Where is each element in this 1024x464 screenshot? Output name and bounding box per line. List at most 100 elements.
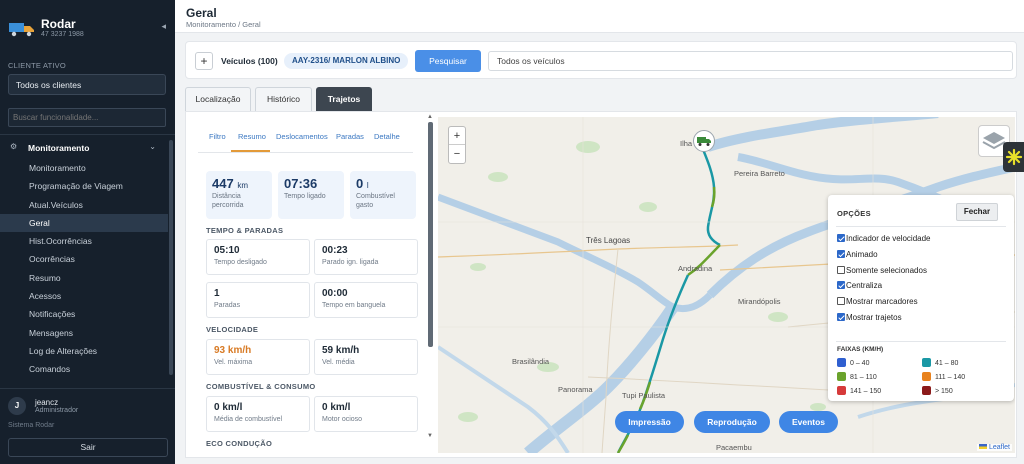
option-show-routes[interactable]: Mostrar trajetos — [837, 313, 902, 322]
band-swatch — [922, 386, 931, 395]
speed-band: 111 – 140 — [922, 372, 965, 381]
summary-scrollbar[interactable] — [428, 122, 433, 347]
scroll-up-icon[interactable]: ▲ — [427, 114, 433, 120]
scroll-down-icon[interactable]: ▼ — [427, 433, 433, 439]
band-swatch — [922, 358, 931, 367]
tab-localizacao[interactable]: Localização — [185, 87, 251, 111]
truck-icon — [697, 137, 711, 146]
checkbox[interactable] — [837, 266, 845, 274]
tab-historico[interactable]: Histórico — [255, 87, 312, 111]
stat-value: 1 — [214, 288, 220, 299]
option-animated[interactable]: Animado — [837, 250, 878, 259]
option-label: Mostrar trajetos — [846, 313, 902, 322]
sidebar-item-programacao-viagem[interactable]: Programação de Viagem — [0, 177, 168, 195]
stat-label: Paradas — [214, 302, 241, 309]
subtab-deslocamentos[interactable]: Deslocamentos — [276, 132, 328, 141]
trajetos-panel: Filtro Resumo Deslocamentos Paradas Deta… — [185, 111, 1017, 458]
route-segment-teal — [698, 141, 721, 247]
place-label: Mirandópolis — [738, 297, 781, 306]
map-attribution[interactable]: Leaflet — [976, 444, 1012, 451]
stat-value: 0 km/l — [214, 402, 243, 413]
option-selected-only[interactable]: Somente selecionados — [837, 266, 927, 275]
function-search-input[interactable] — [8, 108, 166, 127]
zoom-in-button[interactable]: + — [449, 127, 465, 145]
option-speed-indicator[interactable]: Indicador de velocidade — [837, 234, 931, 243]
checkbox[interactable] — [837, 234, 845, 242]
active-client-label: CLIENTE ATIVO — [8, 61, 66, 70]
kpi-distance-unit: km — [237, 181, 248, 190]
menu-group-label: Monitoramento — [28, 143, 90, 153]
add-vehicle-button[interactable]: + — [195, 52, 213, 70]
kpi-time-on-value: 07:36 — [284, 176, 318, 191]
search-button[interactable]: Pesquisar — [415, 50, 481, 72]
place-label: Panorama — [558, 385, 593, 394]
brand-phone: 47 3237 1988 — [41, 31, 84, 38]
options-panel: OPÇÕES Fechar Indicador de velocidade An… — [828, 195, 1014, 401]
stat-card: 05:10 Tempo desligado — [206, 239, 310, 275]
sidebar-scrollbar[interactable] — [169, 140, 173, 375]
option-label: Centraliza — [846, 281, 883, 290]
print-button[interactable]: Impressão — [615, 411, 684, 433]
route-map[interactable]: + − Ilha Três Lagoas Pereira Barreto And… — [438, 117, 1015, 453]
vehicle-marker-icon[interactable] — [693, 130, 715, 152]
speed-bands-title: FAIXAS (KM/H) — [837, 346, 884, 353]
checkbox[interactable] — [837, 281, 845, 289]
band-label: 81 – 110 — [850, 374, 877, 381]
truck-logo-icon — [9, 23, 34, 37]
reservoir — [706, 117, 939, 152]
place-label: Tupi Paulista — [622, 391, 666, 400]
option-label: Animado — [846, 250, 878, 259]
subtab-resumo[interactable]: Resumo — [238, 132, 266, 141]
section-title-fuel: COMBUSTÍVEL & CONSUMO — [206, 382, 316, 391]
checkbox[interactable] — [837, 297, 845, 305]
side-widget-button[interactable] — [1003, 142, 1024, 172]
attribution-link[interactable]: Leaflet — [989, 444, 1010, 451]
sidebar-item-log-alteracoes[interactable]: Log de Alterações — [0, 342, 168, 360]
stat-label: Tempo em banguela — [322, 302, 386, 309]
events-button[interactable]: Eventos — [779, 411, 838, 433]
sidebar-item-notificacoes[interactable]: Notificações — [0, 305, 168, 323]
zoom-out-button[interactable]: − — [449, 145, 465, 163]
kpi-fuel-unit: l — [366, 181, 369, 190]
sidebar-item-comandos[interactable]: Comandos — [0, 360, 168, 378]
speed-band: > 150 — [922, 386, 953, 395]
vehicles-count-label: Veículos (100) — [221, 56, 278, 66]
breadcrumb: Monitoramento / Geral — [186, 20, 261, 29]
sidebar-item-acessos[interactable]: Acessos — [0, 287, 168, 305]
stat-value-max-speed: 93 km/h — [214, 345, 252, 356]
logout-button[interactable]: Sair — [8, 438, 168, 457]
option-show-markers[interactable]: Mostrar marcadores — [837, 297, 918, 306]
option-center[interactable]: Centraliza — [837, 281, 882, 290]
speed-band: 81 – 110 — [837, 372, 877, 381]
band-swatch — [837, 372, 846, 381]
place-label: Três Lagoas — [586, 236, 631, 245]
user-role: Administrador — [35, 407, 79, 414]
sidebar-item-monitoramento[interactable]: Monitoramento — [0, 159, 168, 177]
checkbox[interactable] — [837, 250, 845, 258]
route-segment-green — [616, 434, 630, 453]
checkbox[interactable] — [837, 313, 845, 321]
kpi-time-on: 07:36 Tempo ligado — [278, 171, 344, 219]
sidebar-item-geral[interactable]: Geral — [0, 213, 168, 233]
band-label: 141 – 150 — [850, 388, 882, 395]
subtab-filtro[interactable]: Filtro — [209, 132, 226, 141]
sidebar-item-hist-ocorrencias[interactable]: Hist.Ocorrências — [0, 232, 168, 250]
options-divider — [836, 226, 1006, 227]
tab-trajetos[interactable]: Trajetos — [316, 87, 372, 111]
section-title-speed: VELOCIDADE — [206, 325, 259, 334]
stat-value: 05:10 — [214, 245, 240, 256]
collapse-sidebar-icon[interactable]: ◂ — [161, 21, 166, 32]
active-client-select[interactable]: Todos os clientes — [8, 74, 166, 95]
sidebar-item-ocorrencias[interactable]: Ocorrências — [0, 250, 168, 268]
close-options-button[interactable]: Fechar — [956, 203, 998, 221]
subtab-detalhe[interactable]: Detalhe — [374, 132, 400, 141]
sidebar-item-resumo[interactable]: Resumo — [0, 269, 168, 287]
sidebar-item-mensagens[interactable]: Mensagens — [0, 324, 168, 342]
vehicle-filter-input[interactable] — [488, 51, 1013, 71]
playback-button[interactable]: Reprodução — [694, 411, 770, 433]
options-title: OPÇÕES — [837, 209, 871, 218]
sidebar-item-atual-veiculos[interactable]: Atual.Veículos — [0, 196, 168, 214]
selected-vehicle-chip[interactable]: AAY-2316/ MARLON ALBINO — [284, 53, 409, 69]
subtab-paradas[interactable]: Paradas — [336, 132, 364, 141]
menu-group-monitoramento[interactable]: ⚙ Monitoramento ⌄ — [0, 140, 168, 156]
